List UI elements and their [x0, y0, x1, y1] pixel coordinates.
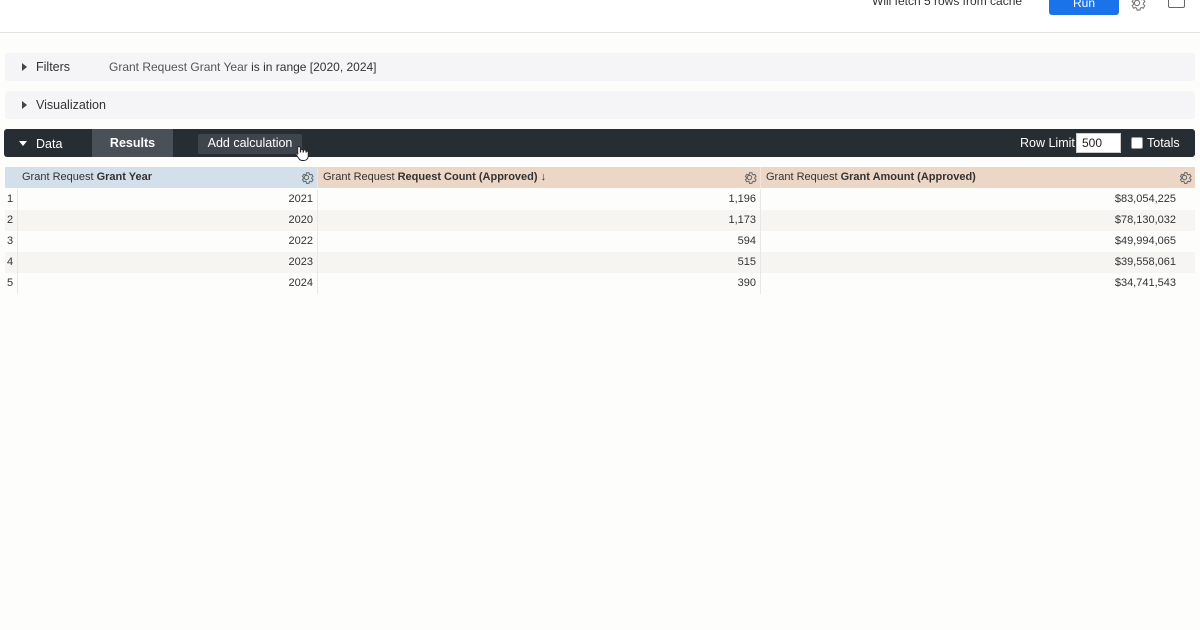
column-prefix: Grant Request [22, 171, 97, 183]
cell-request-count[interactable]: 390 [317, 273, 760, 294]
row-index: 4 [7, 256, 14, 268]
totals-checkbox[interactable] [1131, 137, 1143, 149]
cell-grant-amount[interactable]: $34,741,543 [760, 273, 1180, 294]
column-name: Grant Amount (Approved) [840, 171, 976, 183]
table-row: 2 2020 1,173 $78,130,032 [5, 210, 1195, 231]
add-calculation-button[interactable]: Add calculation [198, 134, 302, 154]
cell-grant-year[interactable]: 2020 [17, 210, 317, 231]
table-row: 3 2022 594 $49,994,065 [5, 231, 1195, 252]
cell-request-count[interactable]: 515 [317, 252, 760, 273]
row-index: 2 [7, 214, 14, 226]
filters-section[interactable]: Filters Grant Request Grant Year is in r… [5, 53, 1195, 81]
visualization-section[interactable]: Visualization [5, 91, 1195, 119]
column-header-grant-amount[interactable]: Grant Request Grant Amount (Approved) [760, 167, 1195, 188]
column-header-request-count[interactable]: Grant Request Request Count (Approved) ↓ [317, 167, 760, 188]
cell-grant-year[interactable]: 2021 [17, 189, 317, 210]
filter-summary: Grant Request Grant Year is in range [20… [109, 60, 377, 74]
row-index-header [5, 167, 17, 188]
cell-grant-year[interactable]: 2023 [17, 252, 317, 273]
sort-indicator: ↓ [537, 171, 547, 183]
settings-gear-icon[interactable] [1128, 0, 1146, 12]
table-row: 1 2021 1,196 $83,054,225 [5, 189, 1195, 210]
cell-grant-amount[interactable]: $83,054,225 [760, 189, 1180, 210]
cell-request-count[interactable]: 594 [317, 231, 760, 252]
row-index: 1 [7, 193, 14, 205]
run-button[interactable]: Run [1049, 0, 1119, 15]
data-tab[interactable]: Data [36, 137, 62, 151]
filter-field: Grant Request Grant Year [109, 60, 248, 74]
column-name: Grant Year [96, 171, 153, 183]
cell-request-count[interactable]: 1,196 [317, 189, 760, 210]
gear-icon[interactable] [1177, 170, 1192, 185]
row-index: 3 [7, 235, 14, 247]
panel-toggle-icon[interactable] [1168, 0, 1185, 8]
cell-grant-amount[interactable]: $49,994,065 [760, 231, 1180, 252]
cell-grant-amount[interactable]: $39,558,061 [760, 252, 1180, 273]
collapse-triangle-icon[interactable] [19, 141, 27, 146]
row-limit-label: Row Limit [1020, 136, 1075, 150]
cell-request-count[interactable]: 1,173 [317, 210, 760, 231]
visualization-label: Visualization [36, 98, 106, 112]
gear-icon[interactable] [742, 170, 757, 185]
filters-label: Filters [36, 60, 71, 74]
column-name: Request Count (Approved) [397, 171, 538, 183]
column-header-grant-year[interactable]: Grant Request Grant Year [17, 167, 317, 188]
table-row: 4 2023 515 $39,558,061 [5, 252, 1195, 273]
expand-triangle-icon [22, 63, 27, 71]
column-prefix: Grant Request [766, 171, 841, 183]
cell-grant-year[interactable]: 2024 [17, 273, 317, 294]
cache-status-text: Will fetch 5 rows from cache [872, 0, 1023, 8]
column-prefix: Grant Request [323, 171, 398, 183]
totals-label: Totals [1147, 136, 1180, 150]
cell-grant-amount[interactable]: $78,130,032 [760, 210, 1180, 231]
tab-results[interactable]: Results [92, 129, 173, 157]
top-bar: Will fetch 5 rows from cache Run [0, 0, 1200, 33]
expand-triangle-icon [22, 101, 27, 109]
gear-icon[interactable] [299, 170, 314, 185]
row-limit-input[interactable] [1076, 133, 1121, 153]
cell-grant-year[interactable]: 2022 [17, 231, 317, 252]
data-toolbar: Data Results Add calculation Row Limit T… [4, 129, 1195, 161]
hand-cursor-icon [295, 145, 309, 161]
filter-condition: is in range [2020, 2024] [251, 60, 377, 74]
row-index: 5 [7, 277, 14, 289]
table-row: 5 2024 390 $34,741,543 [5, 273, 1195, 294]
